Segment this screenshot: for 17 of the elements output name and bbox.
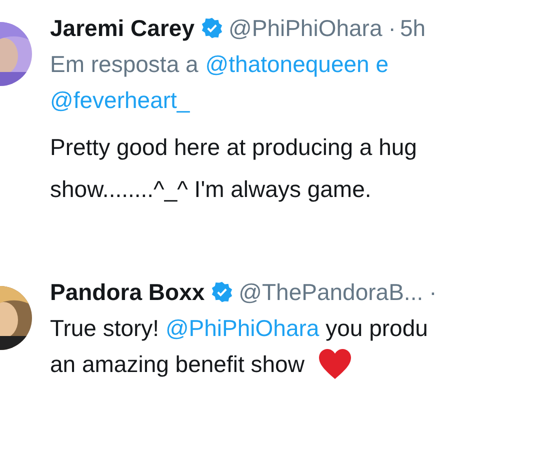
reply-label: Em resposta a [50, 50, 198, 79]
tweet-time: 5h [400, 14, 426, 43]
tweet-text: show........^_^ I'm always game. [50, 175, 372, 204]
mention-link[interactable]: @PhiPhiOhara [165, 310, 320, 346]
dot-separator: · [429, 278, 437, 307]
mention-link[interactable]: @feverheart_ [50, 82, 190, 118]
tweet-text: Pretty good here at producing a hug [50, 133, 417, 162]
author-handle[interactable]: @PhiPhiOhara [228, 10, 382, 46]
tweet-text: True story! [50, 314, 160, 343]
tweet-text: an amazing benefit show [50, 350, 304, 379]
mention-link[interactable]: @thatonequeen e [205, 46, 389, 82]
tweet-text: you produ [324, 314, 428, 343]
dot-separator: · [388, 14, 396, 43]
author-handle[interactable]: @ThePandoraB... [238, 274, 424, 310]
heart-icon [318, 348, 352, 380]
author-name[interactable]: Pandora Boxx [50, 274, 205, 310]
author-name[interactable]: Jaremi Carey [50, 10, 194, 46]
